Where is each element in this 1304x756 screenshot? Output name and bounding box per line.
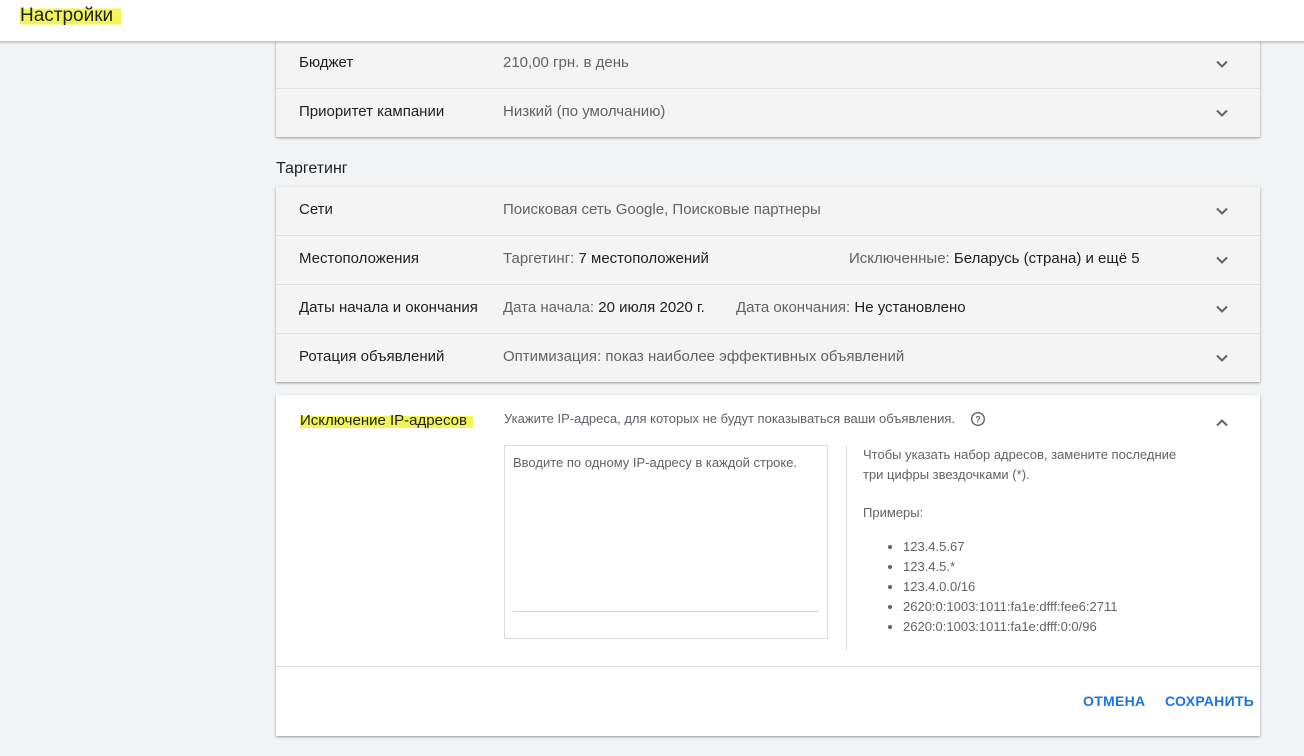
example-item: 123.4.0.0/16 — [903, 577, 1117, 597]
rotation-label: Ротация объявлений — [299, 348, 445, 365]
help-circle-icon[interactable]: ? — [970, 411, 986, 427]
chevron-down-icon[interactable] — [1214, 301, 1230, 317]
top-bar: Настройки — [0, 0, 1304, 42]
targeting-section-title: Таргетинг — [276, 160, 348, 177]
chevron-down-icon[interactable] — [1214, 203, 1230, 219]
svg-text:?: ? — [975, 414, 981, 424]
chevron-down-icon[interactable] — [1214, 252, 1230, 268]
settings-row-networks[interactable]: Сети Поисковая сеть Google, Поисковые па… — [276, 187, 1260, 236]
locations-excluded-value: Беларусь (страна) и ещё 5 — [953, 250, 1140, 267]
ip-exclusion-description: Укажите IP-адреса, для которых не будут … — [504, 411, 955, 426]
ip-hint: Чтобы указать набор адресов, замените по… — [863, 445, 1193, 485]
examples-list: 123.4.5.67 123.4.5.* 123.4.0.0/16 2620:0… — [863, 537, 1117, 637]
vertical-divider — [846, 445, 847, 651]
example-item: 2620:0:1003:1011:fa1e:dfff:fee6:2711 — [903, 597, 1117, 617]
ip-exclusion-panel: Исключение IP-адресов Укажите IP-адреса,… — [276, 395, 1260, 736]
dates-start: Дата начала: 20 июля 2020 г. — [503, 299, 705, 316]
chevron-down-icon[interactable] — [1214, 56, 1230, 72]
chevron-down-icon[interactable] — [1214, 350, 1230, 366]
networks-label: Сети — [299, 201, 333, 218]
locations-targeted-value: 7 местоположений — [578, 250, 709, 267]
locations-excluded-prefix: Исключенные: — [849, 250, 950, 267]
ip-hint-line-1: Чтобы указать набор адресов, замените по… — [863, 447, 1177, 462]
footer-divider — [276, 666, 1260, 667]
settings-row-dates[interactable]: Даты начала и окончания Дата начала: 20 … — [276, 285, 1260, 334]
ip-address-textarea[interactable]: Вводите по одному IP-адресу в каждой стр… — [504, 445, 828, 639]
dates-end-prefix: Дата окончания: — [736, 299, 851, 316]
dates-start-prefix: Дата начала: — [503, 299, 595, 316]
budget-value: 210,00 грн. в день — [503, 54, 629, 71]
locations-targeted: Таргетинг: 7 местоположений — [503, 250, 709, 267]
page-title: Настройки — [20, 5, 122, 27]
chevron-up-icon[interactable] — [1214, 415, 1230, 431]
networks-value: Поисковая сеть Google, Поисковые партнер… — [503, 201, 821, 218]
priority-value: Низкий (по умолчанию) — [503, 103, 666, 120]
save-button[interactable]: СОХРАНИТЬ — [1165, 693, 1254, 709]
budget-label: Бюджет — [299, 54, 354, 71]
chevron-down-icon[interactable] — [1214, 105, 1230, 121]
dates-label: Даты начала и окончания — [299, 299, 478, 316]
dates-end-value: Не установлено — [854, 299, 966, 316]
rotation-value: Оптимизация: показ наиболее эффективных … — [503, 348, 905, 365]
priority-label: Приоритет кампании — [299, 103, 445, 120]
settings-row-ad-rotation[interactable]: Ротация объявлений Оптимизация: показ на… — [276, 334, 1260, 382]
example-item: 2620:0:1003:1011:fa1e:dfff:0:0/96 — [903, 617, 1117, 637]
targeting-card: Сети Поисковая сеть Google, Поисковые па… — [276, 187, 1260, 382]
settings-row-priority[interactable]: Приоритет кампании Низкий (по умолчанию) — [276, 89, 1260, 137]
locations-targeted-prefix: Таргетинг: — [503, 250, 575, 267]
dates-end: Дата окончания: Не установлено — [736, 299, 966, 316]
ip-hint-line-2: три цифры звездочками (*). — [863, 467, 1030, 482]
locations-label: Местоположения — [299, 250, 419, 267]
example-item: 123.4.5.67 — [903, 537, 1117, 557]
textarea-underline — [513, 611, 819, 612]
campaign-settings-card: Бюджет 210,00 грн. в день Приоритет камп… — [276, 40, 1260, 137]
locations-excluded: Исключенные: Беларусь (страна) и ещё 5 — [849, 250, 1140, 267]
cancel-button[interactable]: ОТМЕНА — [1083, 693, 1145, 709]
example-item: 123.4.5.* — [903, 557, 1117, 577]
examples-title: Примеры: — [863, 505, 924, 520]
ip-textarea-placeholder: Вводите по одному IP-адресу в каждой стр… — [513, 455, 798, 470]
ip-exclusion-title: Исключение IP-адресов — [300, 412, 473, 429]
settings-row-locations[interactable]: Местоположения Таргетинг: 7 местоположен… — [276, 236, 1260, 285]
dates-start-value: 20 июля 2020 г. — [598, 299, 705, 316]
settings-row-budget[interactable]: Бюджет 210,00 грн. в день — [276, 40, 1260, 89]
